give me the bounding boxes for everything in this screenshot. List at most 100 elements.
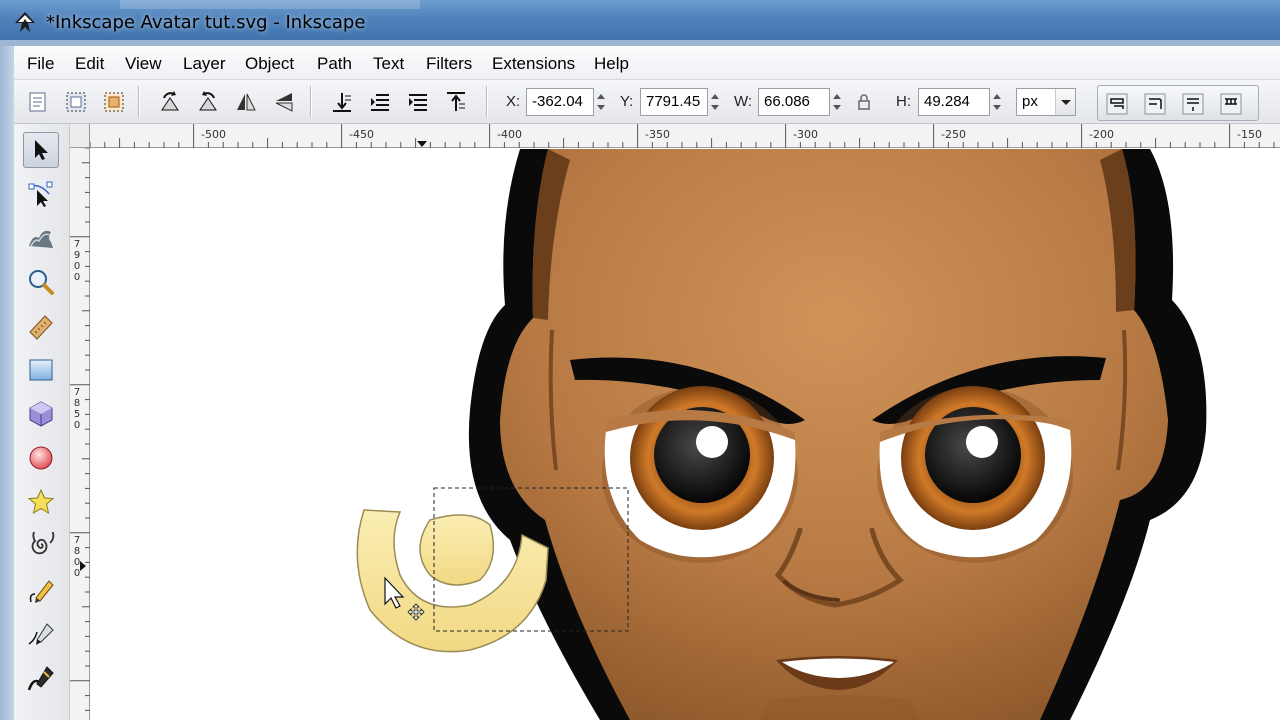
w-spinner-arrows[interactable] <box>830 88 844 116</box>
move-gradients-icon[interactable] <box>1180 91 1206 117</box>
h-ruler-label: -350 <box>645 128 670 141</box>
h-ruler-label: -200 <box>1089 128 1114 141</box>
v-ruler-label: 7 <box>73 535 81 546</box>
raise-icon[interactable] <box>406 90 430 114</box>
node-tool[interactable] <box>23 176 59 212</box>
menu-bar: File Edit View Layer Object Path Text Fi… <box>14 46 1280 80</box>
window-frame-left <box>0 46 14 720</box>
unit-select[interactable]: px <box>1016 88 1076 116</box>
menu-filters[interactable]: Filters <box>426 54 472 74</box>
pen-icon <box>28 623 54 645</box>
menu-extensions[interactable]: Extensions <box>492 54 575 74</box>
menu-path[interactable]: Path <box>317 54 352 74</box>
h-ruler-label: -400 <box>497 128 522 141</box>
move-patterns-icon[interactable] <box>1218 91 1244 117</box>
pencil-icon <box>29 580 54 603</box>
v-ruler-label: 5 <box>73 409 81 420</box>
magnifier-icon <box>29 270 54 295</box>
rectangle-icon <box>29 359 53 381</box>
pencil-tool[interactable] <box>23 572 59 608</box>
rectangle-tool[interactable] <box>23 352 59 388</box>
menu-edit[interactable]: Edit <box>75 54 104 74</box>
rotate-cw-icon[interactable] <box>196 90 220 114</box>
title-bar-highlight <box>120 0 420 9</box>
ellipse-tool[interactable] <box>23 440 59 476</box>
toolbox <box>14 124 70 720</box>
lower-icon[interactable] <box>368 90 392 114</box>
ruler-corner <box>70 124 90 148</box>
select-all-layers-icon[interactable] <box>64 90 88 114</box>
v-ruler-label: 7 <box>73 387 81 398</box>
flip-vertical-icon[interactable] <box>272 90 296 114</box>
h-spinner-arrows[interactable] <box>990 88 1004 116</box>
y-input[interactable]: 7791.45 <box>640 88 708 116</box>
rotate-ccw-icon[interactable] <box>158 90 182 114</box>
h-label: H: <box>896 93 911 110</box>
v-ruler-label: 0 <box>73 272 81 283</box>
tool-controls-bar: X: -362.04 Y: 7791.45 W: 66.086 H: 49.28… <box>14 80 1280 124</box>
horizontal-ruler[interactable]: -500 -450 -400 -350 -300 -250 -200 -150 <box>90 124 1280 148</box>
h-ruler-label: -500 <box>201 128 226 141</box>
w-label: W: <box>734 93 753 110</box>
right-eye <box>877 386 1073 563</box>
spiral-icon <box>31 532 55 555</box>
selector-tool[interactable] <box>23 132 59 168</box>
spiral-tool[interactable] <box>23 528 59 564</box>
calligraphy-tool[interactable] <box>23 660 59 696</box>
v-ruler-label: 8 <box>73 546 81 557</box>
unit-dropdown-button[interactable] <box>1055 89 1075 115</box>
invert-selection-icon[interactable] <box>102 90 126 114</box>
zoom-tool[interactable] <box>23 264 59 300</box>
x-label: X: <box>506 93 521 110</box>
vertical-ruler[interactable]: 7 9 0 0 7 8 5 0 7 8 0 0 <box>70 148 90 720</box>
w-input[interactable]: 66.086 <box>758 88 830 116</box>
lower-to-bottom-icon[interactable] <box>330 90 354 114</box>
select-all-icon[interactable] <box>26 90 50 114</box>
raise-to-top-icon[interactable] <box>444 90 468 114</box>
left-eye <box>602 386 798 563</box>
menu-layer[interactable]: Layer <box>183 54 226 74</box>
v-ruler-label: 0 <box>73 420 81 431</box>
h-ruler-label: -150 <box>1237 128 1262 141</box>
h-ruler-label: -250 <box>941 128 966 141</box>
inkscape-app-icon[interactable] <box>12 10 38 36</box>
drawing-canvas[interactable] <box>91 149 1280 720</box>
circle-icon <box>29 446 53 470</box>
menu-view[interactable]: View <box>125 54 162 74</box>
scale-corners-icon[interactable] <box>1142 91 1168 117</box>
calligraphy-icon <box>27 666 54 691</box>
measure-tool[interactable] <box>23 308 59 344</box>
v-ruler-label: 0 <box>73 568 81 579</box>
v-ruler-label: 9 <box>73 250 81 261</box>
avatar-drawing <box>356 149 1207 720</box>
menu-file[interactable]: File <box>27 54 54 74</box>
v-ruler-label: 7 <box>73 239 81 250</box>
h-ruler-label: -300 <box>793 128 818 141</box>
menu-text[interactable]: Text <box>373 54 404 74</box>
v-ruler-label: 0 <box>73 261 81 272</box>
lock-icon[interactable] <box>854 92 874 112</box>
tweak-tool[interactable] <box>23 220 59 256</box>
x-input[interactable]: -362.04 <box>526 88 594 116</box>
flip-horizontal-icon[interactable] <box>234 90 258 114</box>
menu-help[interactable]: Help <box>594 54 629 74</box>
h-input[interactable]: 49.284 <box>918 88 990 116</box>
pen-tool[interactable] <box>23 616 59 652</box>
window-title: *Inkscape Avatar tut.svg - Inkscape <box>46 12 366 33</box>
y-spinner-arrows[interactable] <box>708 88 722 116</box>
menu-object[interactable]: Object <box>245 54 294 74</box>
transform-options-group <box>1097 85 1259 121</box>
node-edit-icon <box>28 181 53 207</box>
chevron-down-icon <box>1061 100 1071 105</box>
toolbar-separator <box>310 86 311 118</box>
scale-stroke-icon[interactable] <box>1104 91 1130 117</box>
3d-box-tool[interactable] <box>23 396 59 432</box>
cube-icon <box>29 401 53 427</box>
unit-select-value: px <box>1022 93 1038 110</box>
y-label: Y: <box>620 93 634 110</box>
v-ruler-label: 8 <box>73 398 81 409</box>
vertical-ruler-ticks <box>70 148 90 711</box>
star-icon <box>27 488 55 515</box>
star-tool[interactable] <box>23 484 59 520</box>
x-spinner-arrows[interactable] <box>594 88 608 116</box>
